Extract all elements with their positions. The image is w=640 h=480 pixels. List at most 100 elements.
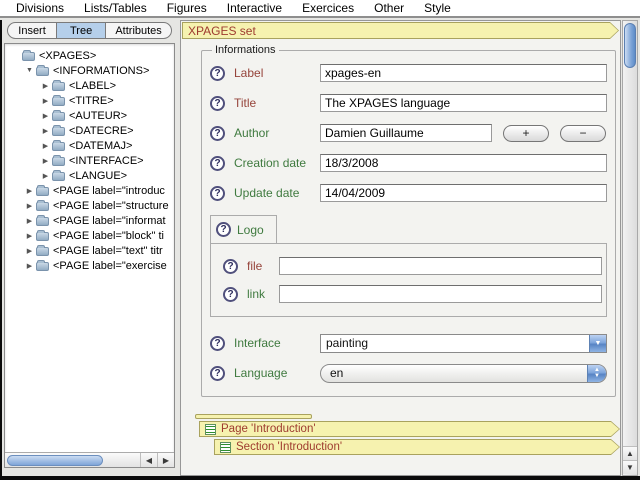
folder-icon — [36, 67, 49, 76]
author-input[interactable] — [320, 124, 492, 142]
help-icon[interactable]: ? — [210, 186, 225, 201]
label-input[interactable] — [320, 64, 607, 82]
field-label: Label — [234, 66, 320, 80]
window-left-edge — [0, 20, 2, 480]
xml-tree-view[interactable]: <XPAGES> ▼ <INFORMATIONS> ▶ <LABEL> ▶ <T… — [4, 43, 175, 468]
tab-attributes[interactable]: Attributes — [105, 23, 171, 38]
logo-group-box: ? file ? link — [210, 243, 607, 317]
tree-item-xpages[interactable]: <XPAGES> — [5, 48, 174, 63]
disclosure-triangle-icon[interactable]: ▶ — [24, 232, 35, 240]
logo-link-input[interactable] — [279, 285, 602, 303]
help-icon[interactable]: ? — [210, 126, 225, 141]
tree-item-page-structure[interactable]: ▶ <PAGE label="structure — [5, 198, 174, 213]
tree-item-label: <PAGE label="structure — [53, 200, 169, 212]
menu-other[interactable]: Other — [364, 0, 414, 16]
document-vertical-scrollbar[interactable]: ▲ ▼ — [622, 20, 638, 476]
disclosure-triangle-icon[interactable]: ▶ — [24, 247, 35, 255]
help-icon[interactable]: ? — [223, 287, 238, 302]
help-icon[interactable]: ? — [210, 366, 225, 381]
stepper-arrows-icon[interactable]: ▲ ▼ — [587, 365, 606, 382]
field-row-language: ? Language en ▲ ▼ — [210, 358, 607, 388]
update-date-input[interactable] — [320, 184, 607, 202]
scroll-down-button[interactable]: ▼ — [623, 460, 637, 474]
disclosure-triangle-icon[interactable]: ▶ — [40, 172, 51, 180]
help-icon[interactable]: ? — [210, 156, 225, 171]
tab-tree[interactable]: Tree — [56, 23, 105, 38]
tree-item-datecre[interactable]: ▶ <DATECRE> — [5, 123, 174, 138]
interface-dropdown[interactable]: painting ▼ — [320, 334, 607, 353]
field-label: Author — [234, 126, 320, 140]
disclosure-triangle-icon[interactable]: ▼ — [24, 67, 35, 74]
language-selected-value: en — [330, 366, 343, 380]
tree-item-page-text[interactable]: ▶ <PAGE label="text" titr — [5, 243, 174, 258]
menu-lists-tables[interactable]: Lists/Tables — [74, 0, 157, 16]
menu-exercices[interactable]: Exercices — [292, 0, 364, 16]
scroll-right-button[interactable]: ▶ — [157, 453, 174, 467]
folder-icon — [36, 202, 49, 211]
disclosure-triangle-icon[interactable]: ▶ — [40, 97, 51, 105]
tree-item-page-informat[interactable]: ▶ <PAGE label="informat — [5, 213, 174, 228]
disclosure-triangle-icon[interactable]: ▶ — [40, 82, 51, 90]
language-combobox[interactable]: en ▲ ▼ — [320, 364, 607, 383]
tree-item-page-block[interactable]: ▶ <PAGE label="block" ti — [5, 228, 174, 243]
tree-item-datemaj[interactable]: ▶ <DATEMAJ> — [5, 138, 174, 153]
scroll-left-button[interactable]: ◀ — [140, 453, 157, 467]
scrollbar-thumb[interactable] — [7, 455, 103, 466]
tree-item-page-introduction[interactable]: ▶ <PAGE label="introduc — [5, 183, 174, 198]
menu-divisions[interactable]: Divisions — [6, 0, 74, 16]
logo-file-input[interactable] — [279, 257, 602, 275]
tree-item-interface[interactable]: ▶ <INTERFACE> — [5, 153, 174, 168]
help-icon[interactable]: ? — [210, 66, 225, 81]
xpages-set-banner[interactable]: XPAGES set — [182, 22, 619, 39]
help-icon[interactable]: ? — [210, 336, 225, 351]
field-row-label: ? Label — [210, 58, 607, 88]
scroll-up-button[interactable]: ▲ — [623, 446, 637, 460]
tree-item-label: <PAGE label="exercise — [53, 260, 167, 272]
field-row-interface: ? Interface painting ▼ — [210, 328, 607, 358]
tree-item-titre[interactable]: ▶ <TITRE> — [5, 93, 174, 108]
tree-item-label: <INTERFACE> — [69, 155, 144, 167]
help-icon[interactable]: ? — [210, 96, 225, 111]
tree-item-informations[interactable]: ▼ <INFORMATIONS> — [5, 63, 174, 78]
tree-item-page-exercise[interactable]: ▶ <PAGE label="exercise — [5, 258, 174, 273]
folder-icon — [52, 142, 65, 151]
tab-insert[interactable]: Insert — [8, 23, 56, 38]
menu-interactive[interactable]: Interactive — [217, 0, 292, 16]
dropdown-arrow-icon[interactable]: ▼ — [589, 335, 606, 352]
field-label: Update date — [234, 186, 320, 200]
creation-date-input[interactable] — [320, 154, 607, 172]
folder-icon — [22, 52, 35, 61]
remove-author-button[interactable]: − — [560, 125, 606, 142]
disclosure-triangle-icon[interactable]: ▶ — [24, 262, 35, 270]
field-label: Language — [234, 366, 320, 380]
tree-item-label: <PAGE label="block" ti — [53, 230, 164, 242]
page-introduction-banner[interactable]: Page 'Introduction' — [199, 421, 620, 437]
help-icon[interactable]: ? — [216, 222, 231, 237]
folder-icon — [36, 232, 49, 241]
tree-item-label-node[interactable]: ▶ <LABEL> — [5, 78, 174, 93]
tag-label: Paragraph — [230, 458, 244, 471]
disclosure-triangle-icon[interactable]: ▶ — [40, 127, 51, 135]
disclosure-triangle-icon[interactable]: ▶ — [40, 142, 51, 150]
menu-figures[interactable]: Figures — [157, 0, 217, 16]
disclosure-triangle-icon[interactable]: ▶ — [40, 157, 51, 165]
scrollbar-thumb[interactable] — [624, 23, 636, 68]
title-input[interactable] — [320, 94, 607, 112]
partial-element-sliver — [195, 414, 312, 419]
disclosure-triangle-icon[interactable]: ▶ — [40, 112, 51, 120]
folder-icon — [36, 217, 49, 226]
field-row-creation-date: ? Creation date — [210, 148, 607, 178]
disclosure-triangle-icon[interactable]: ▶ — [24, 187, 35, 195]
tree-item-auteur[interactable]: ▶ <AUTEUR> — [5, 108, 174, 123]
add-author-button[interactable]: + — [503, 125, 549, 142]
interface-selected-value: painting — [326, 336, 368, 350]
section-introduction-banner[interactable]: Section 'Introduction' — [214, 439, 620, 455]
logo-group-tab[interactable]: ? Logo — [210, 215, 277, 244]
tree-horizontal-scrollbar[interactable]: ◀ ▶ — [5, 452, 174, 467]
disclosure-triangle-icon[interactable]: ▶ — [24, 217, 35, 225]
menu-style[interactable]: Style — [414, 0, 461, 16]
disclosure-triangle-icon[interactable]: ▶ — [24, 202, 35, 210]
help-icon[interactable]: ? — [223, 259, 238, 274]
tree-item-label: <TITRE> — [69, 95, 114, 107]
tree-item-langue[interactable]: ▶ <LANGUE> — [5, 168, 174, 183]
